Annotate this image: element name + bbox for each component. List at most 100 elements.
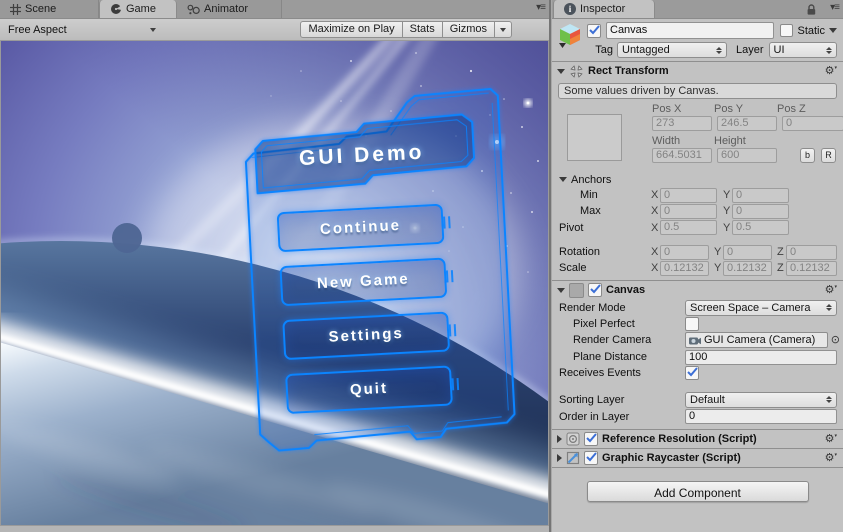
updown-icon bbox=[716, 46, 722, 54]
min-label: Min bbox=[580, 189, 598, 201]
render-mode-dropdown[interactable]: Screen Space – Camera bbox=[685, 299, 837, 316]
name-field[interactable]: Canvas bbox=[606, 22, 775, 39]
pos-y-field[interactable]: 246.5 bbox=[717, 116, 777, 131]
tab-scene[interactable]: Scene bbox=[0, 0, 99, 18]
blueprint-mode-button[interactable]: b bbox=[800, 148, 815, 163]
anchor-preview[interactable] bbox=[567, 114, 622, 161]
gizmos-caret-button[interactable] bbox=[494, 21, 512, 38]
anchors-min-row: Min X 0 Y 0 bbox=[552, 187, 843, 203]
reference-resolution-checkbox[interactable] bbox=[584, 432, 598, 446]
inspector-menu-icon[interactable]: ▾≡ bbox=[830, 2, 840, 13]
gear-icon[interactable]: ⚙ bbox=[825, 284, 837, 296]
foldout-icon[interactable] bbox=[557, 454, 562, 462]
tab-animator-label: Animator bbox=[204, 3, 249, 15]
graphic-raycaster-checkbox[interactable] bbox=[584, 451, 598, 465]
gear-icon[interactable]: ⚙ bbox=[825, 65, 837, 77]
max-x-field[interactable]: 0 bbox=[660, 203, 717, 219]
gizmos-button[interactable]: Gizmos bbox=[441, 21, 495, 38]
gameobject-header: Canvas Static Tag Untagged Layer UI bbox=[552, 19, 843, 61]
rotation-y-field[interactable]: 0 bbox=[723, 244, 772, 260]
width-field[interactable]: 664.5031 bbox=[652, 148, 712, 163]
graphic-raycaster-header[interactable]: Graphic Raycaster (Script) ⚙ bbox=[552, 448, 843, 467]
window-edge bbox=[0, 526, 549, 532]
tag-label: Tag bbox=[595, 44, 613, 56]
stats-button[interactable]: Stats bbox=[401, 21, 443, 38]
gear-icon[interactable]: ⚙ bbox=[825, 452, 837, 464]
order-in-layer-label: Order in Layer bbox=[559, 410, 630, 423]
lock-icon[interactable] bbox=[806, 4, 817, 16]
foldout-icon[interactable] bbox=[557, 68, 565, 74]
foldout-icon[interactable] bbox=[557, 435, 562, 443]
pos-z-field[interactable]: 0 bbox=[782, 116, 843, 131]
info-icon: i bbox=[564, 3, 576, 15]
y-axis-label: Y bbox=[714, 246, 722, 258]
pixel-perfect-checkbox[interactable] bbox=[685, 316, 699, 331]
cube-icon[interactable] bbox=[557, 22, 583, 49]
active-checkbox[interactable] bbox=[587, 23, 601, 38]
max-y-field[interactable]: 0 bbox=[732, 203, 789, 219]
anchors-foldout[interactable]: Anchors bbox=[552, 172, 843, 187]
scale-x-field[interactable]: 0.12132 bbox=[660, 260, 709, 276]
scale-y-field[interactable]: 0.12132 bbox=[723, 260, 772, 276]
aspect-dropdown[interactable]: Free Aspect bbox=[0, 19, 160, 40]
updown-icon bbox=[826, 304, 832, 311]
sorting-layer-dropdown[interactable]: Default bbox=[685, 391, 837, 408]
raw-mode-button[interactable]: R bbox=[821, 148, 836, 163]
rotation-z-field[interactable]: 0 bbox=[786, 244, 837, 260]
height-field[interactable]: 600 bbox=[717, 148, 777, 163]
game-panel-tabstrip: Scene Game Animator ▾≡ bbox=[0, 0, 549, 19]
rotation-x-field[interactable]: 0 bbox=[660, 244, 709, 260]
pos-x-field[interactable]: 273 bbox=[652, 116, 712, 131]
game-panel-menu-icon[interactable]: ▾≡ bbox=[536, 2, 546, 13]
canvas-enabled-checkbox[interactable] bbox=[588, 283, 602, 297]
x-axis-label: X bbox=[651, 205, 659, 217]
add-component-button[interactable]: Add Component bbox=[586, 481, 809, 502]
anchors-label: Anchors bbox=[571, 173, 612, 186]
rect-transform-grid: Pos X Pos Y Pos Z 273 246.5 0 Width Heig… bbox=[552, 102, 843, 172]
render-camera-field[interactable]: GUI Camera (Camera) bbox=[685, 332, 828, 348]
x-axis-label: X bbox=[651, 189, 659, 201]
scale-z-field[interactable]: 0.12132 bbox=[786, 260, 837, 276]
x-axis-label: X bbox=[651, 221, 659, 234]
tab-game[interactable]: Game bbox=[99, 0, 177, 18]
min-y-field[interactable]: 0 bbox=[732, 187, 789, 203]
reference-resolution-header[interactable]: Reference Resolution (Script) ⚙ bbox=[552, 429, 843, 448]
pivot-row: Pivot X 0.5 Y 0.5 bbox=[552, 219, 843, 236]
tab-inspector[interactable]: i Inspector bbox=[553, 0, 655, 18]
static-checkbox[interactable] bbox=[780, 24, 794, 37]
scale-label: Scale bbox=[559, 262, 587, 274]
plane-distance-field[interactable]: 100 bbox=[685, 349, 837, 365]
tab-animator[interactable]: Animator bbox=[177, 0, 282, 18]
inspector-panel: i Inspector ▾≡ Canvas Static Tag Untagge… bbox=[552, 0, 843, 532]
plane-distance-label: Plane Distance bbox=[573, 351, 647, 363]
canvas-component-header[interactable]: Canvas ⚙ bbox=[552, 280, 843, 299]
render-mode-label: Render Mode bbox=[559, 301, 626, 314]
render-mode-value: Screen Space – Camera bbox=[690, 301, 811, 314]
receives-events-checkbox[interactable] bbox=[685, 366, 699, 380]
camera-icon bbox=[689, 337, 701, 344]
y-axis-label: Y bbox=[723, 189, 731, 201]
height-label: Height bbox=[714, 135, 746, 147]
tag-dropdown[interactable]: Untagged bbox=[617, 42, 727, 58]
dropdown-caret-icon bbox=[150, 27, 156, 32]
sorting-layer-row: Sorting Layer Default bbox=[552, 391, 843, 408]
pivot-x-field[interactable]: 0.5 bbox=[660, 220, 717, 235]
order-in-layer-field[interactable]: 0 bbox=[685, 409, 837, 424]
anchors-max-row: Max X 0 Y 0 bbox=[552, 203, 843, 219]
maximize-on-play-button[interactable]: Maximize on Play bbox=[300, 21, 403, 38]
foldout-icon[interactable] bbox=[557, 287, 565, 293]
foldout-icon bbox=[559, 177, 567, 182]
object-picker-icon[interactable]: ⊙ bbox=[831, 334, 840, 346]
rect-transform-icon bbox=[570, 65, 583, 77]
gear-icon[interactable]: ⚙ bbox=[825, 433, 837, 445]
layer-dropdown[interactable]: UI bbox=[768, 42, 837, 58]
game-view-panel: Scene Game Animator ▾≡ Free Aspect Maxim… bbox=[0, 0, 549, 532]
game-viewport: GUI Demo Continue New Game Settings Quit bbox=[0, 40, 549, 526]
reference-resolution-title: Reference Resolution (Script) bbox=[602, 433, 757, 445]
min-x-field[interactable]: 0 bbox=[660, 187, 717, 203]
pixel-perfect-row: Pixel Perfect bbox=[552, 316, 843, 331]
rect-transform-header[interactable]: Rect Transform ⚙ bbox=[552, 61, 843, 80]
pivot-y-field[interactable]: 0.5 bbox=[732, 220, 789, 235]
order-in-layer-row: Order in Layer 0 bbox=[552, 408, 843, 425]
static-caret-icon[interactable] bbox=[829, 28, 837, 33]
